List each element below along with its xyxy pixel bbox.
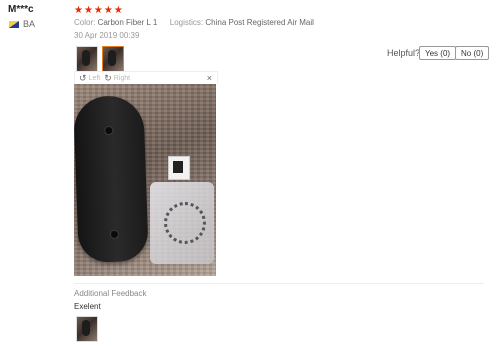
logistics-value: China Post Registered Air Mail (205, 18, 314, 27)
color-label: Color: (74, 18, 96, 27)
rotate-left-button[interactable]: ↺ Left (79, 73, 100, 84)
logistics-label: Logistics: (169, 18, 204, 27)
section-divider (74, 283, 484, 284)
rating-stars: ★★★★★ (74, 5, 124, 16)
helpful-yes-button[interactable]: Yes (0) (419, 46, 457, 60)
helpful-label: Helpful? (387, 48, 421, 58)
flag-icon (9, 20, 19, 28)
helpful-no-button[interactable]: No (0) (455, 46, 490, 60)
order-info: Color: Carbon Fiber L 1 Logistics: China… (74, 18, 314, 27)
rotate-right-icon: ↻ (104, 72, 112, 83)
rotate-left-label: Left (88, 74, 101, 82)
additional-feedback-text: Exelent (74, 302, 101, 311)
rotate-right-button[interactable]: ↻ Right (104, 73, 130, 84)
review-photo-thumbnail-selected[interactable] (102, 46, 124, 72)
rotate-right-label: Right (113, 74, 131, 82)
additional-feedback-heading: Additional Feedback (74, 289, 147, 298)
hardware-bag (150, 182, 214, 264)
photo-viewer-toolbar: ↺ Left ↻ Right × (74, 71, 218, 84)
close-icon[interactable]: × (207, 73, 212, 83)
review-date: 30 Apr 2019 00:39 (74, 31, 140, 40)
color-value: Carbon Fiber L 1 (97, 18, 158, 27)
additional-photo-thumbnail[interactable] (76, 316, 98, 342)
rotate-left-icon: ↺ (79, 72, 87, 83)
product-shape (74, 94, 149, 264)
review-photo-large (74, 84, 216, 276)
country-code: BA (23, 19, 36, 29)
review-photo-thumbnail[interactable] (76, 46, 98, 72)
package-card (168, 156, 190, 180)
reviewer-name: M***c (8, 4, 34, 15)
reviewer-country: BA (9, 19, 35, 29)
